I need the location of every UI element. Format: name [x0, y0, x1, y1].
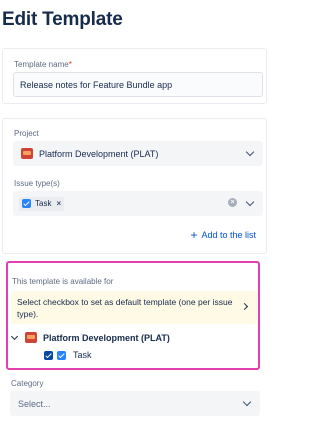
- issue-type-tag-label: Task: [35, 199, 52, 208]
- template-name-card: Template name* Release notes for Feature…: [2, 48, 267, 104]
- chevron-down-icon: [245, 147, 255, 157]
- availability-section: This template is available for Select ch…: [6, 261, 260, 370]
- plus-icon: +: [190, 228, 198, 242]
- remove-tag-icon[interactable]: ×: [56, 199, 61, 208]
- issue-type-select[interactable]: Task × ×: [13, 191, 263, 216]
- chevron-down-icon[interactable]: [10, 332, 19, 340]
- task-row: Task: [44, 350, 92, 360]
- issue-type-label: Issue type(s): [14, 179, 60, 188]
- project-tree-row[interactable]: Platform Development (PLAT): [10, 332, 170, 343]
- project-label: Project: [14, 129, 39, 138]
- availability-label: This template is available for: [12, 277, 114, 286]
- category-placeholder: Select...: [18, 398, 51, 409]
- chevron-down-icon: [242, 397, 252, 407]
- template-name-input[interactable]: Release notes for Feature Bundle app: [13, 72, 263, 97]
- issue-type-tag: Task ×: [19, 196, 65, 211]
- project-tree-label: Platform Development (PLAT): [43, 332, 170, 343]
- task-checkbox-icon: [22, 199, 31, 208]
- template-name-value: Release notes for Feature Bundle app: [20, 79, 173, 90]
- add-to-list-label: Add to the list: [201, 230, 256, 240]
- template-name-label: Template name*: [14, 60, 72, 69]
- project-value: Platform Development (PLAT): [39, 148, 159, 159]
- clear-icon[interactable]: ×: [228, 198, 237, 207]
- task-label: Task: [73, 350, 92, 360]
- default-template-notice[interactable]: Select checkbox to set as default templa…: [11, 291, 257, 324]
- task-checkbox-icon: [57, 350, 66, 360]
- category-select[interactable]: Select...: [10, 391, 260, 416]
- required-mark: *: [68, 60, 72, 69]
- project-icon: [25, 332, 37, 343]
- page-title: Edit Template: [2, 9, 123, 30]
- add-to-list-link[interactable]: + Add to the list: [190, 228, 256, 242]
- project-icon: [21, 148, 33, 159]
- project-select[interactable]: Platform Development (PLAT): [13, 141, 263, 166]
- category-label: Category: [11, 379, 44, 388]
- chevron-right-icon: [240, 302, 249, 311]
- default-checkbox[interactable]: [44, 350, 53, 360]
- chevron-down-icon: [245, 197, 255, 207]
- notice-text: Select checkbox to set as default templa…: [17, 297, 233, 319]
